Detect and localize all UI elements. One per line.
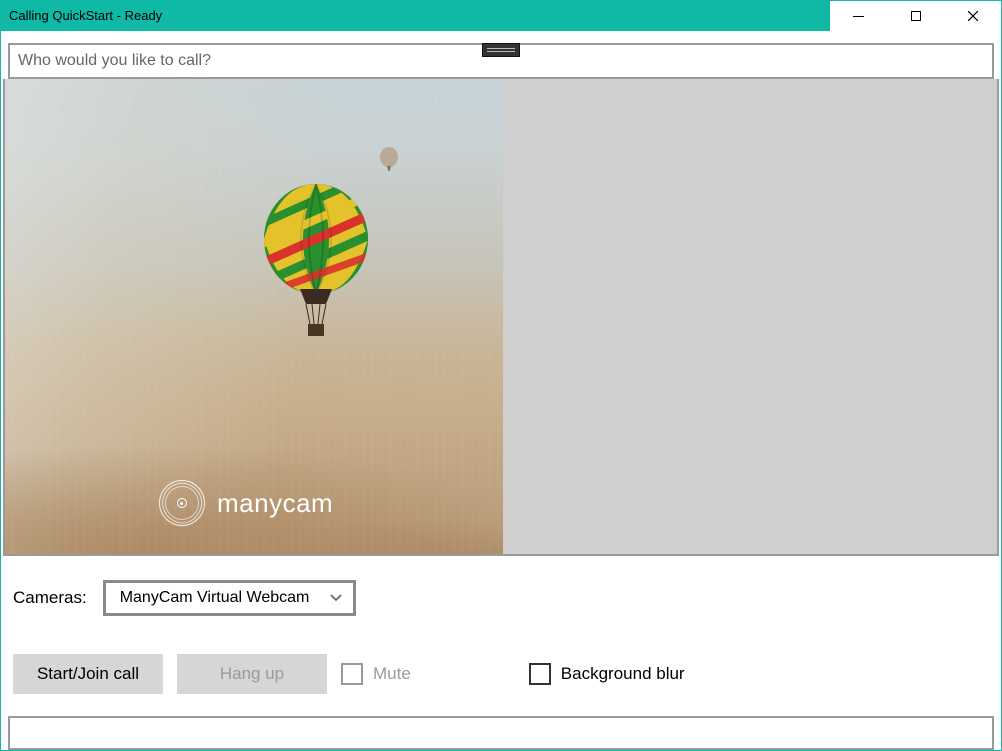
- maximize-button[interactable]: [887, 1, 944, 31]
- start-join-call-button[interactable]: Start/Join call: [13, 654, 163, 694]
- close-icon: [968, 11, 978, 21]
- video-frame: manycam: [5, 79, 503, 554]
- local-video: manycam: [5, 79, 503, 554]
- controls-panel: Cameras: ManyCam Virtual Webcam Start/Jo…: [1, 556, 1001, 704]
- balloon-near: [260, 184, 372, 347]
- close-button[interactable]: [944, 1, 1001, 31]
- toolbar-grip[interactable]: [482, 43, 520, 57]
- background-blur-label: Background blur: [561, 664, 685, 684]
- status-bar: [8, 716, 994, 750]
- watermark-text: manycam: [217, 488, 333, 519]
- hang-up-button[interactable]: Hang up: [177, 654, 327, 694]
- video-area: manycam: [3, 79, 999, 556]
- mute-label: Mute: [373, 664, 411, 684]
- chevron-down-icon: [329, 591, 343, 605]
- cameras-label: Cameras:: [13, 588, 87, 608]
- remote-video-placeholder: [503, 79, 997, 554]
- mute-checkbox[interactable]: Mute: [341, 663, 411, 685]
- minimize-icon: [853, 16, 864, 17]
- manycam-mark-icon: [159, 480, 205, 526]
- minimize-button[interactable]: [830, 1, 887, 31]
- window-title: Calling QuickStart - Ready: [1, 8, 162, 23]
- titlebar[interactable]: Calling QuickStart - Ready: [1, 1, 1001, 31]
- camera-select[interactable]: ManyCam Virtual Webcam: [103, 580, 357, 616]
- checkbox-box-icon: [341, 663, 363, 685]
- camera-row: Cameras: ManyCam Virtual Webcam: [13, 580, 989, 616]
- watermark-logo: manycam: [159, 480, 333, 526]
- maximize-icon: [911, 11, 921, 21]
- balloon-far: [378, 147, 400, 180]
- window-controls: [830, 1, 1001, 31]
- action-row: Start/Join call Hang up Mute Background …: [13, 654, 989, 694]
- app-window: Calling QuickStart - Ready: [0, 0, 1002, 751]
- camera-select-value: ManyCam Virtual Webcam: [120, 589, 310, 607]
- checkbox-box-icon: [529, 663, 551, 685]
- background-blur-checkbox[interactable]: Background blur: [529, 663, 685, 685]
